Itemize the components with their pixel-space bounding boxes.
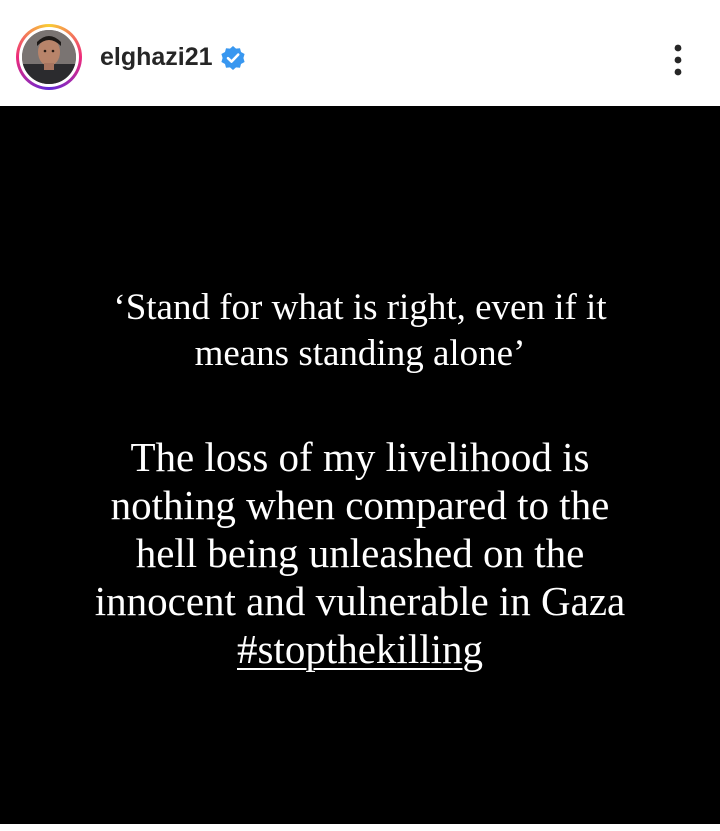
quote-line: means standing alone’ xyxy=(194,333,526,374)
avatar-portrait-icon xyxy=(22,30,76,84)
username-link[interactable]: elghazi21 xyxy=(100,42,213,72)
avatar[interactable] xyxy=(22,30,76,84)
message-text: The loss of my livelihood is nothing whe… xyxy=(0,433,720,673)
story-image: ‘Stand for what is right, even if it mea… xyxy=(0,106,720,824)
message-line: The loss of my livelihood is xyxy=(130,434,590,480)
quote-line: ‘Stand for what is right, even if it xyxy=(113,287,607,328)
quote-text: ‘Stand for what is right, even if it mea… xyxy=(0,285,720,377)
message-line: innocent and vulnerable in Gaza xyxy=(94,578,626,624)
verified-badge-icon xyxy=(221,46,245,70)
hashtag-link[interactable]: #stopthekilling xyxy=(237,626,483,672)
avatar-story-ring[interactable] xyxy=(16,24,82,90)
avatar-border xyxy=(19,27,79,87)
message-line: hell being unleashed on the xyxy=(135,530,585,576)
footer-strip xyxy=(0,824,720,831)
post-header: elghazi21 xyxy=(0,0,720,106)
message-line: nothing when compared to the xyxy=(110,482,610,528)
more-options-icon[interactable] xyxy=(664,40,692,80)
